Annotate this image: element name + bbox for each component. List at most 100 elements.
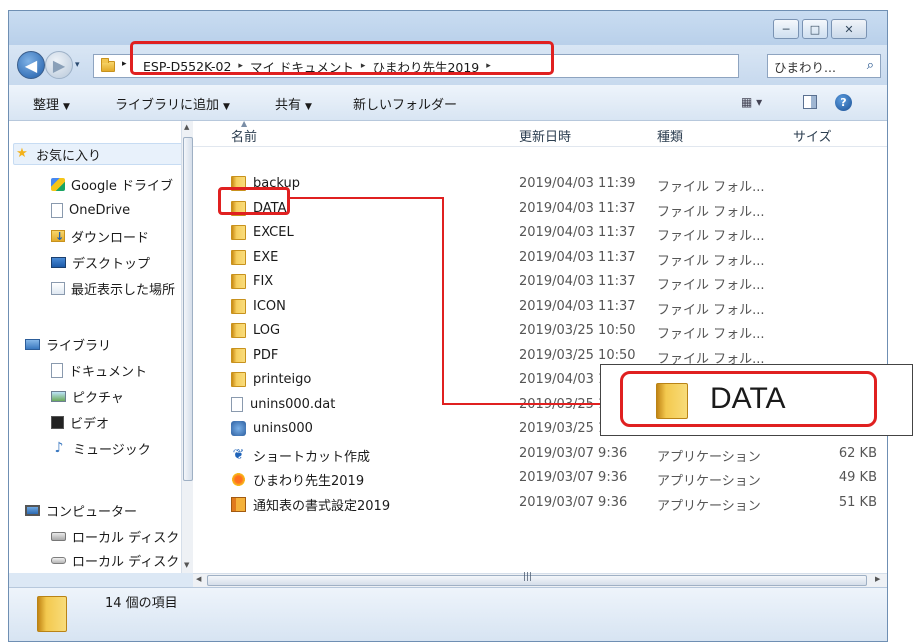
breadcrumb-my-documents[interactable]: マイ ドキュメント: [247, 57, 357, 76]
breadcrumb: ESP-D552K-02 ▸ マイ ドキュメント ▸ ひまわり先生2019 ▸: [140, 55, 495, 77]
scroll-left-icon[interactable]: ◀: [196, 575, 201, 583]
nav-documents[interactable]: ドキュメント: [51, 359, 147, 381]
nav-label: ミュージック: [73, 442, 151, 458]
nav-label: お気に入り: [36, 148, 102, 164]
table-row[interactable]: DATA 2019/04/03 11:37 ファイル フォル...: [193, 198, 887, 221]
nav-libraries[interactable]: ライブラリ: [25, 333, 111, 355]
table-row[interactable]: EXCEL 2019/04/03 11:37 ファイル フォル...: [193, 222, 887, 245]
hard-disk-icon: [51, 556, 66, 564]
share-menu[interactable]: 共有 ▼: [275, 94, 312, 113]
file-date: 2019/04/03 11:37: [519, 249, 636, 265]
table-row[interactable]: backup 2019/04/03 11:39 ファイル フォル...: [193, 173, 887, 196]
close-button[interactable]: ✕: [831, 19, 867, 39]
file-name: backup: [253, 176, 300, 191]
forward-button[interactable]: ▶: [45, 51, 73, 79]
nav-videos[interactable]: ビデオ: [51, 411, 109, 433]
document-icon: [51, 362, 63, 378]
library-icon: [25, 338, 40, 350]
table-row[interactable]: ❦ ショートカット作成 2019/03/07 9:36 アプリケーション 62 KB: [193, 443, 887, 466]
scroll-thumb[interactable]: [183, 137, 193, 481]
nav-computer[interactable]: コンピューター: [25, 499, 137, 521]
scroll-right-icon[interactable]: ▶: [875, 575, 880, 583]
folder-icon: [37, 596, 67, 632]
file-date: 2019/03/07 9:36: [519, 470, 628, 485]
sunflower-icon: [231, 472, 246, 487]
organize-label: 整理: [33, 98, 60, 113]
music-icon: ♪: [54, 440, 64, 456]
folder-icon: [101, 58, 115, 72]
nav-label: ライブラリ: [46, 338, 112, 354]
search-input[interactable]: ひまわり... ⌕: [767, 54, 881, 78]
add-to-library-menu[interactable]: ライブラリに追加 ▼: [115, 94, 230, 113]
breadcrumb-himawari[interactable]: ひまわり先生2019: [369, 57, 482, 76]
downloads-icon: [51, 229, 65, 245]
scroll-thumb[interactable]: [207, 575, 867, 586]
scroll-up-icon[interactable]: ▲: [184, 123, 189, 131]
folder-icon: [231, 298, 246, 314]
nav-local-disk-1[interactable]: ローカル ディスク: [51, 525, 181, 547]
column-name[interactable]: 名前: [231, 126, 257, 145]
organize-menu[interactable]: 整理 ▼: [33, 94, 70, 113]
nav-onedrive[interactable]: OneDrive: [51, 199, 130, 221]
column-size[interactable]: サイズ: [793, 126, 832, 145]
change-view-button[interactable]: ▦ ▾: [741, 95, 762, 109]
table-row[interactable]: LOG 2019/03/25 10:50 ファイル フォル...: [193, 320, 887, 343]
back-button[interactable]: ◀: [17, 51, 45, 79]
chevron-down-icon: ▼: [63, 102, 70, 112]
nav-google-drive[interactable]: Google ドライブ: [51, 173, 173, 195]
nav-favorites[interactable]: ★ お気に入り: [13, 143, 187, 165]
minimize-button[interactable]: ─: [773, 19, 799, 39]
nav-scrollbar[interactable]: ▲ ▼: [181, 121, 193, 573]
column-header-row: 名前 ▲ 更新日時 種類 サイズ: [193, 119, 887, 147]
preview-pane-icon[interactable]: [803, 95, 817, 109]
chevron-right-icon[interactable]: ▸: [482, 61, 495, 71]
nav-label: Google ドライブ: [71, 178, 173, 194]
table-row[interactable]: EXE 2019/04/03 11:37 ファイル フォル...: [193, 247, 887, 270]
nav-label: ドキュメント: [69, 364, 148, 380]
nav-label: ピクチャ: [72, 390, 124, 406]
column-type[interactable]: 種類: [657, 126, 683, 145]
hard-disk-icon: [51, 531, 66, 541]
nav-music[interactable]: ♪ ミュージック: [51, 437, 151, 459]
chevron-right-icon[interactable]: ▸: [122, 59, 127, 69]
file-name: unins000.dat: [250, 396, 336, 412]
file-date: 2019/04/03 11:37: [519, 274, 636, 289]
file-date: 2019/04/03 11:37: [519, 298, 636, 314]
file-size: 49 KB: [838, 470, 877, 485]
file-type: ファイル フォル...: [657, 278, 765, 293]
scroll-grip-icon: |||: [523, 572, 533, 582]
file-name: printeigo: [253, 372, 312, 387]
search-placeholder: ひまわり...: [774, 59, 836, 75]
table-row[interactable]: FIX 2019/04/03 11:37 ファイル フォル...: [193, 271, 887, 294]
recent-pages-dropdown[interactable]: ▾: [75, 60, 80, 70]
command-toolbar: 整理 ▼ ライブラリに追加 ▼ 共有 ▼ 新しいフォルダー ▦ ▾ ?: [9, 85, 887, 121]
horizontal-scrollbar[interactable]: ◀ ||| ▶: [193, 572, 887, 587]
nav-local-disk-2[interactable]: ローカル ディスク: [51, 549, 181, 571]
file-date: 2019/04/03 11:37: [519, 200, 636, 216]
details-pane: 14 個の項目: [9, 587, 887, 641]
file-type: ファイル フォル...: [657, 229, 765, 244]
help-icon[interactable]: ?: [835, 94, 852, 111]
folder-icon: [231, 372, 246, 387]
breadcrumb-computer[interactable]: ESP-D552K-02: [140, 59, 234, 74]
setup-icon: [231, 421, 246, 436]
new-folder-button[interactable]: 新しいフォルダー: [353, 94, 457, 113]
file-name: FIX: [253, 274, 274, 289]
folder-icon: [231, 176, 246, 191]
nav-pictures[interactable]: ピクチャ: [51, 385, 124, 407]
file-name: ICON: [253, 298, 286, 314]
chevron-right-icon[interactable]: ▸: [234, 61, 247, 71]
computer-icon: [25, 504, 40, 516]
nav-recent-places[interactable]: 最近表示した場所: [51, 277, 181, 299]
nav-desktop[interactable]: デスクトップ: [51, 251, 150, 273]
table-row[interactable]: ひまわり先生2019 2019/03/07 9:36 アプリケーション 49 KB: [193, 467, 887, 490]
nav-downloads[interactable]: ダウンロード: [51, 225, 149, 247]
scroll-down-icon[interactable]: ▼: [184, 561, 189, 569]
address-bar[interactable]: ▸ ESP-D552K-02 ▸ マイ ドキュメント ▸ ひまわり先生2019 …: [93, 54, 821, 78]
chevron-right-icon[interactable]: ▸: [357, 61, 370, 71]
table-row[interactable]: 通知表の書式設定2019 2019/03/07 9:36 アプリケーション 51 KB: [193, 492, 887, 515]
table-row[interactable]: ICON 2019/04/03 11:37 ファイル フォル...: [193, 296, 887, 319]
maximize-button[interactable]: □: [802, 19, 828, 39]
search-icon[interactable]: ⌕: [867, 58, 874, 73]
column-date[interactable]: 更新日時: [519, 126, 571, 145]
